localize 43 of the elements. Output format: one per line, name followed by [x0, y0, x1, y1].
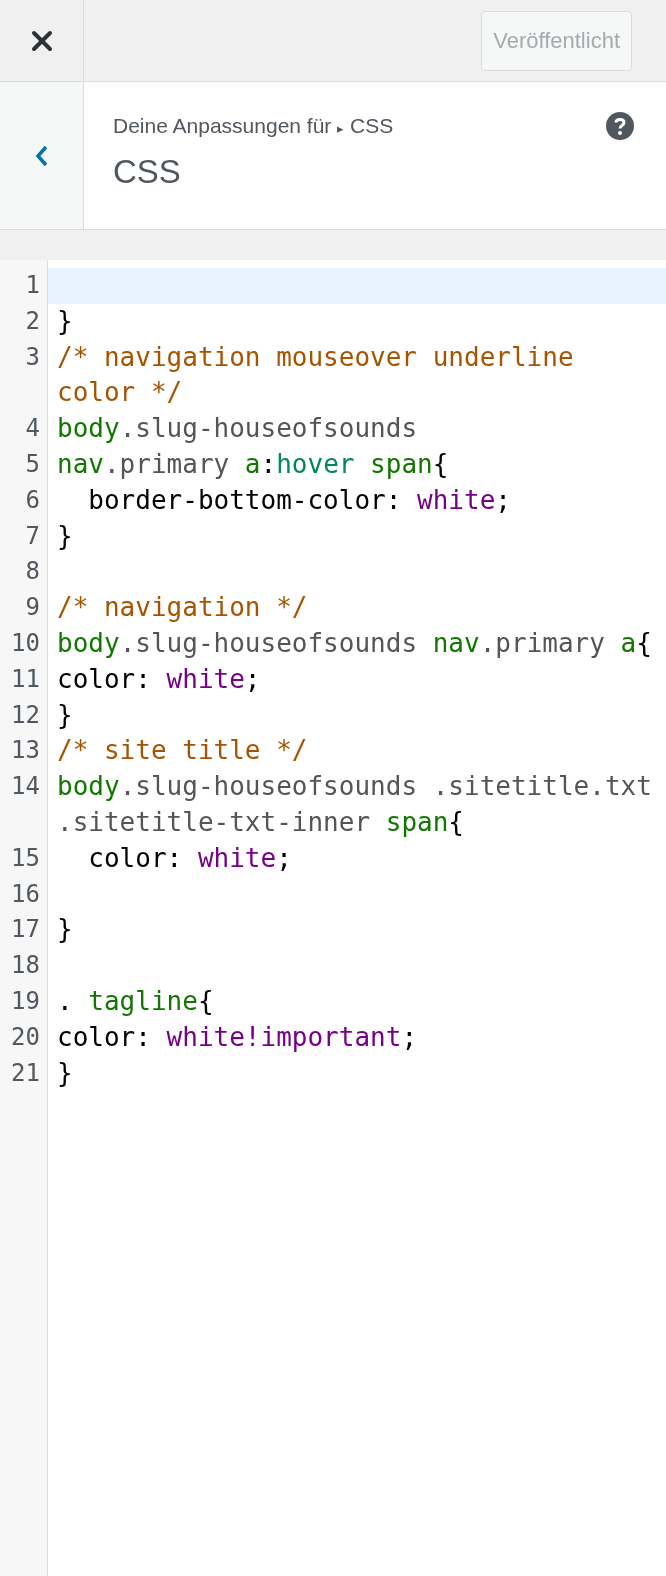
code-line: nav.primary a:hover span{ [56, 448, 450, 481]
line-number: 10 [10, 627, 41, 659]
line-number: 16 [10, 878, 41, 910]
line-number: 18 [10, 950, 41, 982]
close-icon[interactable] [29, 28, 54, 53]
code-line: /* navigation */ [56, 591, 309, 625]
code-line: } [56, 304, 74, 338]
line-number: 8 [24, 556, 41, 588]
help-icon[interactable] [606, 112, 634, 140]
chevron-left-icon [34, 143, 49, 168]
line-number: 17 [10, 914, 41, 946]
code-line: } [56, 913, 74, 947]
line-number: 7 [24, 520, 41, 552]
code-line: border-bottom-color: white; [87, 483, 512, 517]
panel-title: CSS [113, 153, 182, 191]
code-line: } [56, 519, 74, 553]
line-number: 12 [10, 699, 41, 731]
breadcrumb: Deine Anpassungen für ▸ CSS [113, 114, 394, 138]
line-number: 4 [24, 413, 41, 445]
code-line: /* site title */ [56, 734, 309, 768]
code-line: color: white; [87, 841, 293, 875]
code-editor[interactable] [0, 260, 666, 1576]
line-number: 13 [10, 735, 41, 767]
code-line: } [56, 1056, 74, 1090]
code-line: color: white; [56, 662, 262, 696]
line-number: 6 [24, 484, 41, 516]
code-line: body.slug-houseofsounds nav.primary a{ [56, 626, 653, 660]
line-number: 1 [24, 270, 41, 301]
code-line: color: white!important; [56, 1020, 419, 1054]
line-number: 9 [24, 592, 41, 624]
line-number: 14 [10, 771, 41, 803]
code-line: . tagline{ [56, 984, 215, 1018]
line-number: 21 [10, 1057, 41, 1089]
line-number: 20 [10, 1021, 41, 1053]
code-line: } [56, 698, 74, 732]
code-line: /* navigation mouseover underline color */ [56, 340, 575, 410]
line-number: 19 [10, 985, 41, 1017]
code-line: body.slug-houseofsounds [56, 412, 419, 446]
line-number: 5 [24, 449, 41, 480]
line-number: 3 [24, 341, 41, 373]
line-number: 11 [10, 663, 41, 695]
line-number: 15 [10, 842, 41, 874]
line-number: 2 [24, 305, 41, 337]
